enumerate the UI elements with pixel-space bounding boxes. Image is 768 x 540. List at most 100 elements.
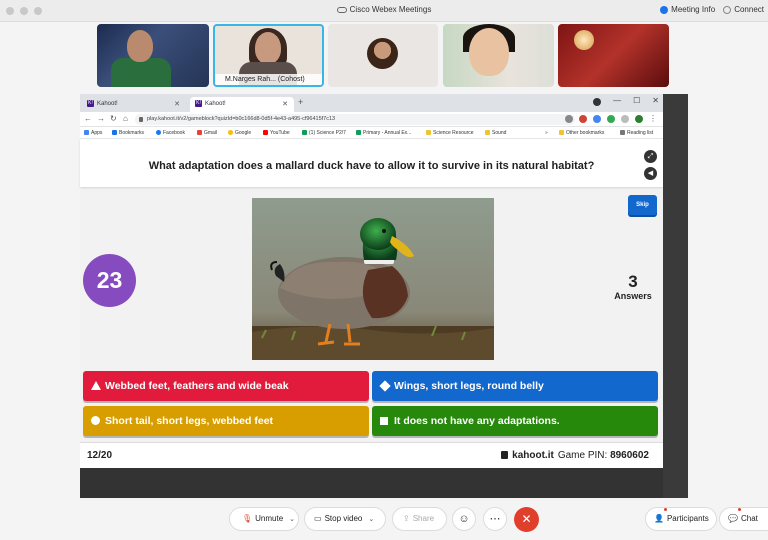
window-title: Cisco Webex Meetings (0, 5, 768, 14)
close-icon[interactable]: ✕ (652, 96, 659, 106)
answer-text: Wings, short legs, round belly (394, 380, 544, 392)
extension-icon[interactable] (607, 114, 615, 123)
bookmark-item[interactable]: Reading list (620, 130, 653, 136)
close-tab-icon[interactable]: ✕ (174, 97, 180, 112)
answer-option-blue[interactable]: Wings, short legs, round belly (372, 371, 658, 401)
share-button[interactable]: ⇪ Share (392, 507, 447, 531)
chevron-down-icon[interactable]: ⌄ (289, 516, 295, 523)
participant-video-tile[interactable] (443, 24, 554, 87)
answer-option-red[interactable]: Webbed feet, feathers and wide beak (83, 371, 369, 401)
bookmark-item[interactable]: Primary - Annual Ex... (356, 130, 411, 136)
reactions-button[interactable]: ☺ (452, 507, 476, 531)
meeting-info-button[interactable]: Meeting Info (660, 5, 715, 14)
more-options-button[interactable]: ⋯ (483, 507, 507, 531)
cohost-tag: (Cohost) (277, 76, 305, 83)
bookmark-label: Other bookmarks (566, 130, 605, 136)
profile-avatar[interactable] (635, 114, 643, 123)
bookmark-label: Gmail (204, 130, 218, 136)
bookmark-item[interactable]: YouTube (263, 130, 290, 136)
browser-tab-active[interactable]: K! Kahoot! ✕ (190, 97, 294, 112)
unmute-button[interactable]: 🎙 Unmute ⌄ (229, 507, 299, 531)
back-icon[interactable]: ← (84, 114, 92, 123)
chat-button[interactable]: 💬 Chat (719, 507, 768, 531)
connect-icon (723, 5, 732, 14)
participant-avatar-tile[interactable] (328, 24, 438, 87)
facebook-icon (156, 130, 161, 136)
share-screen-icon: ⇪ (403, 514, 410, 523)
chat-bubble-icon: 💬 (728, 514, 738, 523)
participant-strip: M.Narges Rah... (Cohost) (0, 22, 768, 92)
apps-icon (84, 130, 89, 136)
participant-video-tile[interactable] (558, 24, 669, 87)
url-input[interactable]: play.kahoot.it/v2/gameblock?quizId=b0c16… (135, 114, 575, 125)
stop-video-button[interactable]: ▭ Stop video ⌄ (304, 507, 386, 531)
reload-icon[interactable]: ↻ (110, 114, 117, 123)
square-icon (380, 417, 388, 425)
webex-title-bar: Cisco Webex Meetings Meeting Info Connec… (0, 0, 768, 22)
extension-icon[interactable] (579, 114, 587, 123)
answer-text: Webbed feet, feathers and wide beak (105, 380, 289, 392)
bookmark-item[interactable]: Facebook (156, 130, 185, 136)
connect-button[interactable]: Connect (723, 5, 764, 14)
participant-video-tile[interactable] (97, 24, 209, 87)
answer-option-yellow[interactable]: Short tail, short legs, webbed feet (83, 406, 369, 436)
browser-tab[interactable]: K! Kahoot! ✕ (82, 97, 186, 112)
share-label: Share (412, 514, 435, 524)
bookmark-item[interactable]: Gmail (197, 130, 217, 136)
bookmark-label: Google (235, 130, 252, 136)
puzzle-extension-icon[interactable] (621, 114, 629, 123)
recording-icon (593, 98, 602, 106)
maximize-icon[interactable]: ☐ (633, 96, 640, 106)
answers-count-label: Answers (614, 291, 652, 301)
bookmark-item[interactable]: Sound (485, 130, 506, 136)
kahoot-favicon-icon: K! (87, 99, 94, 107)
sound-icon[interactable]: ◀ (644, 167, 657, 180)
skip-button[interactable]: Skip (628, 195, 657, 215)
answers-count-number: 3 (628, 272, 638, 291)
bookmark-label: Science Resource (433, 130, 474, 136)
window-title-text: Cisco Webex Meetings (349, 5, 432, 14)
extension-icons: ⋮ (565, 114, 657, 123)
bookmark-label: (1) Science P2/7 (309, 130, 346, 136)
game-pin-info: kahoot.it Game PIN: 8960602 (501, 450, 649, 461)
participant-name: M.Narges Rah... (225, 76, 276, 83)
leave-meeting-button[interactable]: ✕ (514, 507, 539, 532)
notification-dot (663, 508, 667, 511)
active-speaker-tile[interactable]: M.Narges Rah... (Cohost) (213, 24, 324, 87)
close-tab-icon[interactable]: ✕ (282, 97, 288, 112)
chevron-down-icon[interactable]: ⌄ (368, 516, 374, 523)
bookmark-label: Bookmarks (119, 130, 145, 136)
bookmark-item[interactable]: (1) Science P2/7 (302, 130, 346, 136)
bookmark-label: Reading list (627, 130, 654, 136)
chat-label: Chat (740, 514, 758, 524)
extension-icon[interactable] (593, 114, 601, 123)
mallard-duck-image (252, 198, 494, 360)
participant-body (111, 58, 171, 87)
participant-face (469, 28, 509, 76)
bookmark-item[interactable]: Bookmarks (112, 130, 144, 136)
eyedropper-extension-icon[interactable] (565, 114, 573, 123)
bookmark-item[interactable]: Google (228, 130, 251, 136)
bookmark-item[interactable]: Science Resource (426, 130, 474, 136)
game-pin: 8960602 (610, 450, 649, 461)
answer-text: It does not have any adaptations. (394, 415, 560, 427)
home-icon[interactable]: ⌂ (123, 114, 128, 123)
participants-button[interactable]: 👤 Participants (645, 507, 717, 531)
fullscreen-icon[interactable]: ⤢ (644, 150, 657, 163)
participants-label: Participants (666, 514, 709, 524)
new-tab-icon[interactable]: + (298, 97, 303, 107)
forward-icon[interactable]: → (97, 114, 105, 123)
smiley-icon: ☺ (458, 513, 470, 525)
lock-icon (139, 117, 143, 122)
menu-icon[interactable]: ⋮ (649, 114, 657, 123)
minimize-icon[interactable]: — (613, 96, 621, 106)
shared-screen-margin (663, 94, 688, 498)
meeting-controls: 🎙 Unmute ⌄ ▭ Stop video ⌄ ⇪ Share ☺ ⋯ ✕ 👤 Part… (0, 498, 768, 540)
bookmark-item[interactable]: Apps (84, 130, 102, 136)
answers-count: 3 Answers (605, 272, 661, 301)
bookmarks-overflow-icon[interactable]: » (545, 130, 548, 136)
circle-icon (91, 416, 100, 425)
bookmark-item[interactable]: Other bookmarks (559, 130, 604, 136)
answer-option-green[interactable]: It does not have any adaptations. (372, 406, 658, 436)
tab-title: Kahoot! (97, 101, 118, 107)
